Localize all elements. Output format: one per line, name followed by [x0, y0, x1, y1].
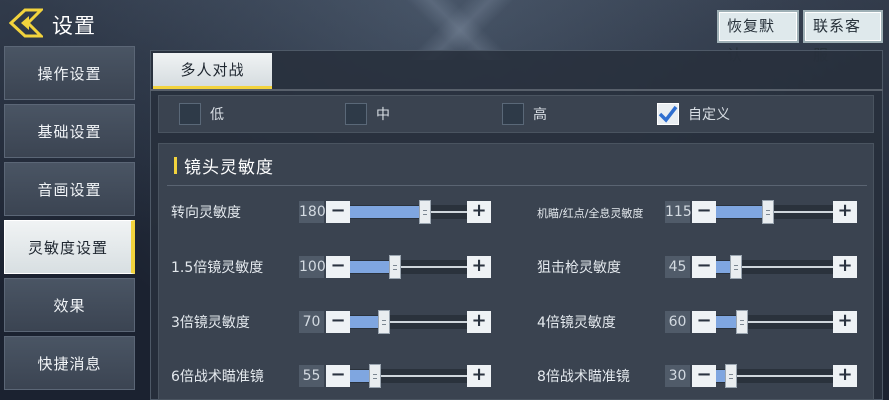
- section-accent-bar: [174, 157, 177, 174]
- preset-high-label: 高: [533, 107, 547, 123]
- slider-value: 55: [299, 365, 324, 387]
- slider-thumb[interactable]: [389, 255, 401, 279]
- restore-default-button[interactable]: 恢复默认: [717, 10, 799, 64]
- slider-track[interactable]: [716, 364, 833, 388]
- preset-low[interactable]: 低: [179, 102, 224, 126]
- slider-row-tactical-8x: 8倍战术瞄准镜 30− +: [537, 364, 857, 388]
- slider-thumb[interactable]: [730, 255, 742, 279]
- slider-track[interactable]: [350, 310, 467, 334]
- slider-track[interactable]: [716, 310, 833, 334]
- sidebar: 操作设置 基础设置 音画设置 灵敏度设置 效果 快捷消息: [4, 46, 135, 394]
- checkbox-custom[interactable]: [657, 103, 679, 125]
- slider-track[interactable]: [716, 200, 833, 224]
- section-title-text: 镜头灵敏度: [184, 158, 274, 178]
- slider-track[interactable]: [716, 255, 833, 279]
- slider-label: 转向灵敏度: [171, 205, 241, 221]
- slider-row-tactical-6x: 6倍战术瞄准镜 55− +: [171, 364, 491, 388]
- sidebar-item-controls[interactable]: 操作设置: [4, 46, 135, 100]
- slider-label: 8倍战术瞄准镜: [537, 369, 630, 385]
- checkbox-low[interactable]: [179, 103, 201, 125]
- slider-value: 115: [665, 201, 692, 223]
- decrease-button[interactable]: −: [326, 201, 350, 223]
- slider-fill: [716, 206, 768, 218]
- sensitivity-preset-row: 低 中 高 自定义: [158, 95, 874, 133]
- preset-medium[interactable]: 中: [345, 102, 390, 126]
- increase-button[interactable]: +: [467, 365, 491, 387]
- sidebar-item-audio-video[interactable]: 音画设置: [4, 162, 135, 216]
- slider-row-scope-3x: 3倍镜灵敏度 70− +: [171, 310, 491, 334]
- slider-value: 180: [299, 201, 326, 223]
- tab-divider: [150, 89, 883, 91]
- slider-row-scope-4x: 4倍镜灵敏度 60− +: [537, 310, 857, 334]
- preset-high[interactable]: 高: [502, 102, 547, 126]
- slider-fill: [350, 206, 425, 218]
- slider-row-scope-1-5x: 1.5倍镜灵敏度 100− +: [171, 255, 491, 279]
- decrease-button[interactable]: −: [692, 311, 716, 333]
- section-title: 镜头灵敏度: [174, 153, 274, 178]
- increase-button[interactable]: +: [467, 201, 491, 223]
- increase-button[interactable]: +: [833, 201, 857, 223]
- decrease-button[interactable]: −: [326, 256, 350, 278]
- slider-row-ads-redot-holo: 机瞄/红点/全息灵敏度 115− +: [537, 200, 857, 224]
- decrease-button[interactable]: −: [326, 311, 350, 333]
- decrease-button[interactable]: −: [326, 365, 350, 387]
- slider-label: 6倍战术瞄准镜: [171, 369, 264, 385]
- slider-row-sniper: 狙击枪灵敏度 45− +: [537, 255, 857, 279]
- slider-track[interactable]: [350, 255, 467, 279]
- slider-thumb[interactable]: [369, 364, 381, 388]
- decrease-button[interactable]: −: [692, 201, 716, 223]
- slider-track[interactable]: [350, 364, 467, 388]
- checkbox-medium[interactable]: [345, 103, 367, 125]
- section-divider: [167, 185, 867, 186]
- back-arrow-icon: [9, 8, 43, 38]
- slider-track[interactable]: [350, 200, 467, 224]
- sidebar-item-effects[interactable]: 效果: [4, 278, 135, 332]
- increase-button[interactable]: +: [833, 311, 857, 333]
- slider-thumb[interactable]: [762, 200, 774, 224]
- slider-value: 45: [665, 256, 690, 278]
- checkbox-high[interactable]: [502, 103, 524, 125]
- preset-low-label: 低: [210, 107, 224, 123]
- sidebar-item-basic[interactable]: 基础设置: [4, 104, 135, 158]
- contact-support-button[interactable]: 联系客服: [803, 10, 883, 64]
- sidebar-item-quick-messages[interactable]: 快捷消息: [4, 336, 135, 390]
- increase-button[interactable]: +: [833, 256, 857, 278]
- slider-value: 30: [665, 365, 690, 387]
- slider-label: 狙击枪灵敏度: [537, 260, 621, 276]
- slider-value: 100: [299, 256, 326, 278]
- slider-label: 1.5倍镜灵敏度: [171, 260, 264, 276]
- tab-multiplayer[interactable]: 多人对战: [153, 53, 272, 89]
- slider-label: 4倍镜灵敏度: [537, 315, 616, 331]
- slider-label: 3倍镜灵敏度: [171, 315, 250, 331]
- checkmark-icon: [658, 105, 678, 123]
- decrease-button[interactable]: −: [692, 256, 716, 278]
- slider-value: 60: [665, 311, 690, 333]
- slider-thumb[interactable]: [419, 200, 431, 224]
- decrease-button[interactable]: −: [692, 365, 716, 387]
- preset-custom[interactable]: 自定义: [657, 102, 730, 126]
- increase-button[interactable]: +: [467, 256, 491, 278]
- increase-button[interactable]: +: [467, 311, 491, 333]
- increase-button[interactable]: +: [833, 365, 857, 387]
- preset-custom-label: 自定义: [688, 107, 730, 123]
- page-title: 设置: [52, 14, 96, 38]
- slider-row-turn: 转向灵敏度 180− +: [171, 200, 491, 224]
- slider-value: 70: [299, 311, 324, 333]
- slider-label: 机瞄/红点/全息灵敏度: [537, 207, 644, 220]
- back-button[interactable]: [6, 6, 46, 40]
- slider-thumb[interactable]: [725, 364, 737, 388]
- sidebar-item-sensitivity[interactable]: 灵敏度设置: [4, 220, 135, 274]
- preset-medium-label: 中: [376, 107, 390, 123]
- slider-thumb[interactable]: [378, 310, 390, 334]
- camera-sensitivity-section: 镜头灵敏度 转向灵敏度 180− + 机瞄/红点/全息灵敏度 115− +1.5倍镜灵敏度…: [158, 143, 874, 400]
- slider-thumb[interactable]: [736, 310, 748, 334]
